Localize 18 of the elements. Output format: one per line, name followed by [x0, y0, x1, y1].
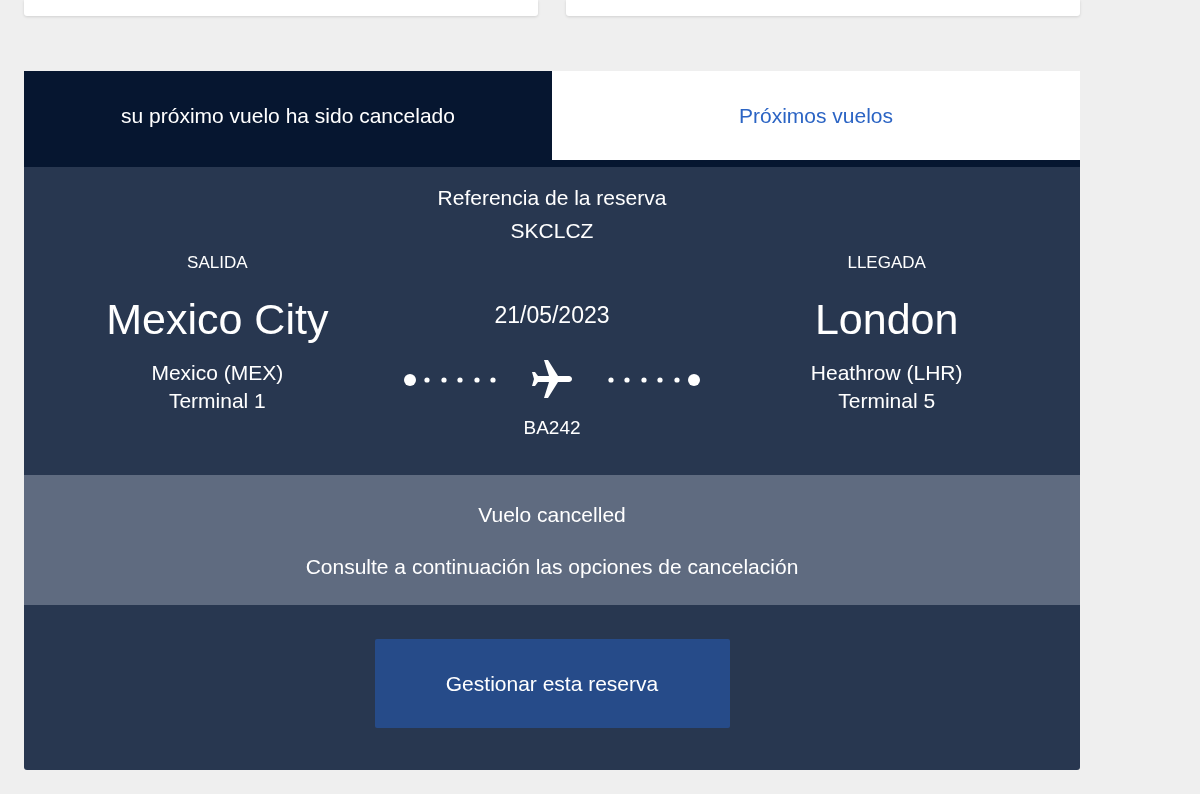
airplane-icon — [532, 360, 572, 400]
airport-name: Mexico (MEX) — [151, 360, 284, 386]
column-label: LLEGADA — [847, 253, 926, 273]
booking-reference: SKCLCZ — [510, 219, 594, 243]
reference-label: Referencia de la reserva — [437, 186, 667, 210]
manage-booking-button[interactable]: Gestionar esta reserva — [374, 639, 730, 728]
city-name: Mexico City — [106, 294, 329, 344]
status-message: Consulte a continuación las opciones de cancelación — [305, 554, 799, 580]
flight-date: 21/05/2023 — [494, 301, 610, 329]
terminal-label: Terminal 5 — [838, 388, 936, 414]
tab[interactable]: su próximo vuelo ha sido cancelado — [24, 71, 552, 160]
status-title: Vuelo cancelled — [478, 502, 626, 528]
terminal-label: Terminal 1 — [168, 388, 266, 414]
city-name: London — [814, 294, 959, 344]
tab[interactable]: Próximos vuelos — [552, 71, 1080, 160]
airport-name: Heathrow (LHR) — [810, 360, 963, 386]
flight-number: BA242 — [523, 417, 581, 439]
column-label: SALIDA — [187, 253, 248, 273]
